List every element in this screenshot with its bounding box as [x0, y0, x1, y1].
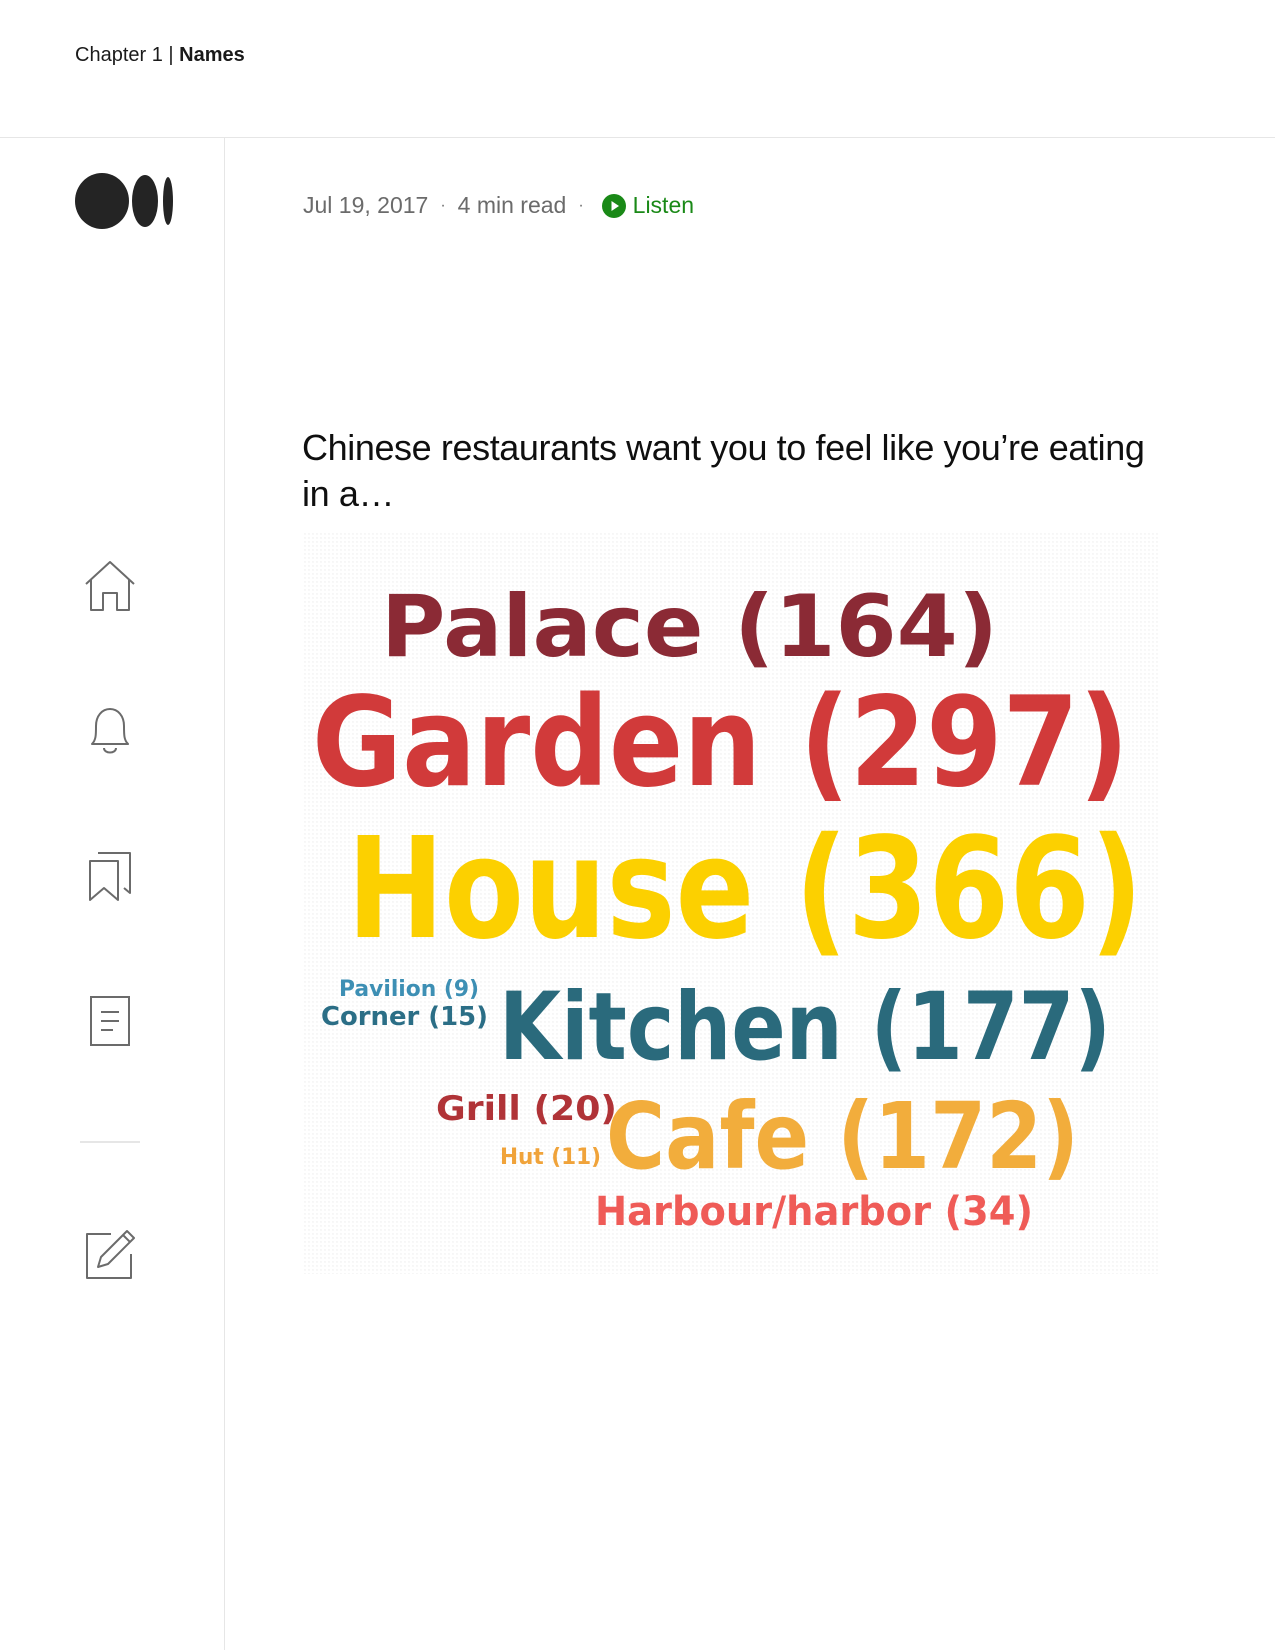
word-cafe: Cafe (172) — [606, 1083, 1079, 1190]
meta-separator: · — [440, 196, 446, 214]
read-time: 4 min read — [457, 192, 567, 218]
word-garden: Garden (297) — [312, 671, 1129, 815]
word-pavilion: Pavilion (9) — [339, 977, 479, 1002]
document-icon — [90, 996, 130, 1046]
bookmark-icon — [89, 852, 131, 901]
edit-icon — [86, 1230, 135, 1279]
listen-label: Listen — [632, 192, 695, 218]
word-harbour: Harbour/harbor (34) — [595, 1189, 1033, 1235]
sidebar-item-stories[interactable] — [80, 991, 140, 1051]
publish-date: Jul 19, 2017 — [303, 192, 429, 218]
word-grill: Grill (20) — [436, 1089, 617, 1129]
chapter-divider: | — [168, 44, 174, 66]
section-name: Names — [179, 44, 245, 66]
article-meta: Jul 19, 2017 · 4 min read · Listen — [303, 192, 694, 219]
sidebar-item-write[interactable] — [80, 1225, 140, 1285]
word-corner: Corner (15) — [321, 1002, 488, 1032]
sidebar-divider — [80, 1141, 140, 1143]
word-cloud-image: Palace (164) Garden (297) House (366) Pa… — [303, 532, 1159, 1274]
bell-icon — [91, 708, 129, 754]
medium-logo[interactable] — [75, 173, 175, 234]
word-kitchen: Kitchen (177) — [499, 973, 1111, 1082]
sidebar — [0, 138, 225, 1650]
word-cloud: Palace (164) Garden (297) House (366) Pa… — [303, 532, 1159, 1274]
word-house: House (366) — [347, 808, 1143, 971]
sidebar-item-home[interactable] — [80, 556, 140, 616]
article-title: Chinese restaurants want you to feel lik… — [302, 427, 1145, 514]
sidebar-item-bookmarks[interactable] — [80, 846, 140, 906]
word-hut: Hut (11) — [500, 1145, 601, 1170]
word-palace: Palace (164) — [381, 577, 998, 677]
listen-button[interactable]: Listen — [601, 192, 695, 219]
chapter-heading: Chapter 1 | Names — [75, 44, 245, 67]
play-icon — [601, 193, 626, 218]
chapter-label: Chapter 1 — [75, 44, 163, 66]
meta-separator: · — [578, 196, 584, 214]
home-icon — [85, 561, 135, 611]
top-bar: Chapter 1 | Names — [0, 0, 1275, 138]
sidebar-item-notifications[interactable] — [80, 701, 140, 761]
